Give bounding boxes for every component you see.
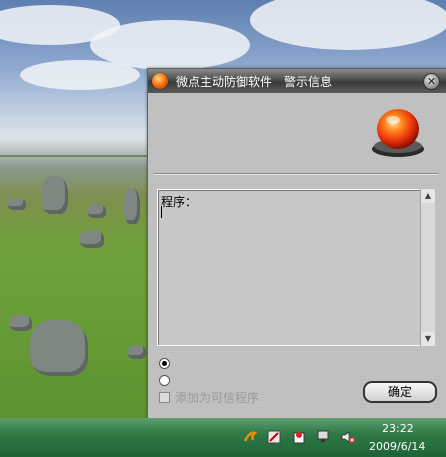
volume-muted-icon[interactable] [341,430,355,444]
option-radio-2[interactable] [159,375,170,386]
text-caret [161,206,162,218]
program-info-box[interactable]: 程序： [157,189,422,346]
network-icon[interactable] [317,430,331,444]
security-app-icon[interactable] [292,430,306,444]
scroll-up-button[interactable]: ▲ [421,189,435,203]
close-button[interactable]: ✕ [423,73,440,90]
alert-dialog: 微点主动防御软件 警示信息 ✕ 程序： ▲ ▼ 添加为可信程序 确定 [147,68,446,420]
dialog-title: 微点主动防御软件 警示信息 [176,75,333,89]
trust-program-label: 添加为可信程序 [175,391,260,405]
clock-time[interactable]: 23:22 [382,422,414,435]
option-radio-1[interactable] [159,358,170,369]
alarm-light-icon [372,109,424,157]
taskbar: 23:22 2009/6/14 [0,418,446,457]
info-scrollbar[interactable]: ▲ ▼ [420,189,435,346]
program-label: 程序： [161,195,198,209]
dialog-titlebar[interactable]: 微点主动防御软件 警示信息 ✕ [148,69,446,93]
safely-remove-icon[interactable] [267,430,281,444]
clock-date[interactable]: 2009/6/14 [369,440,425,453]
ok-button[interactable]: 确定 [363,381,437,403]
divider [154,173,438,175]
app-orb-icon [152,73,168,89]
trust-program-checkbox[interactable] [159,392,170,403]
swirl-app-icon[interactable] [243,430,257,444]
scroll-down-button[interactable]: ▼ [421,332,435,346]
